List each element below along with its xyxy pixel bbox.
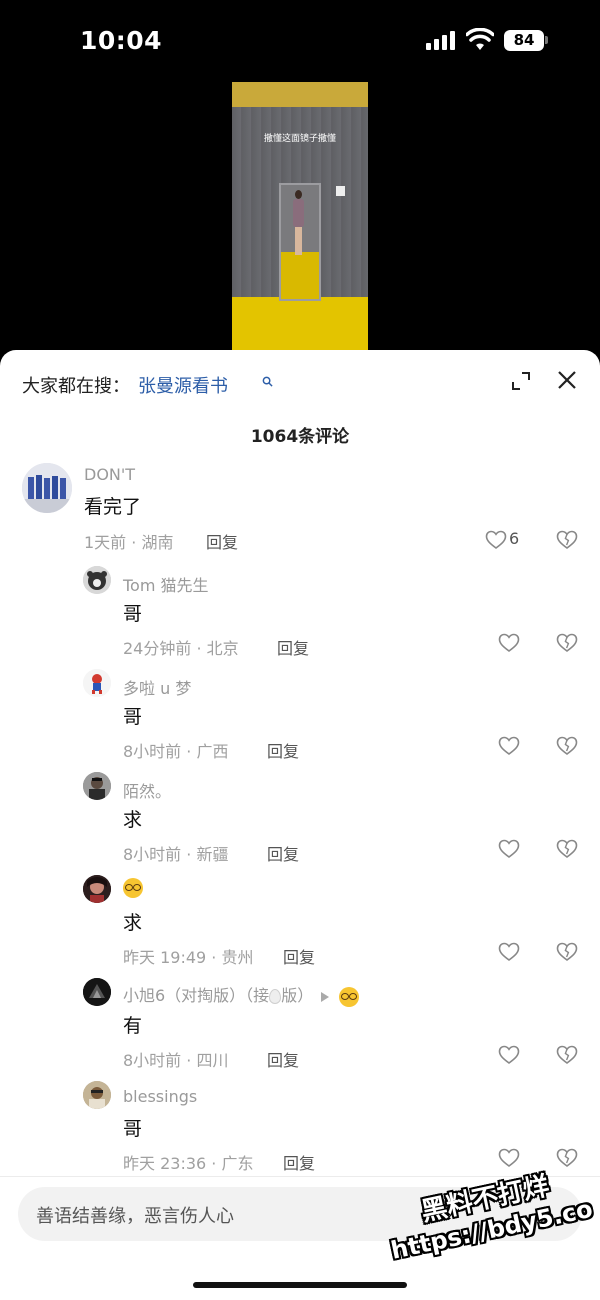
dislike-icon[interactable] bbox=[556, 942, 578, 962]
reply-item: Tom 猫先生 哥 24分钟前 · 北京 回复 bbox=[0, 566, 600, 666]
comment-username[interactable]: 小旭6（对掏版）（接 版） bbox=[123, 982, 360, 1007]
comment-meta: 8小时前 · 广西 bbox=[123, 742, 229, 761]
search-icon[interactable] bbox=[262, 376, 273, 387]
comment-text: 求 bbox=[123, 809, 143, 831]
video-player[interactable]: 撒懂这面镜子撒懂 bbox=[0, 82, 600, 357]
trending-search-label: 大家都在搜： bbox=[22, 376, 130, 397]
comment-text: 哥 bbox=[123, 603, 143, 625]
comment-text: 有 bbox=[123, 1015, 143, 1037]
nerd-face-emoji-icon bbox=[123, 877, 143, 898]
comment-username[interactable] bbox=[123, 877, 143, 898]
comment-username[interactable]: Tom 猫先生 bbox=[123, 572, 209, 596]
comment-username-text-suffix: 版） bbox=[281, 986, 314, 1005]
reply-item: 求 昨天 19:49 · 贵州 回复 bbox=[0, 875, 600, 975]
dislike-icon[interactable] bbox=[556, 839, 578, 859]
like-icon[interactable] bbox=[498, 942, 520, 962]
reply-to-arrow-icon bbox=[321, 991, 330, 1002]
comment-username-text: 小旭6（对掏版）（接 bbox=[123, 986, 270, 1005]
home-indicator[interactable] bbox=[193, 1282, 407, 1288]
reply-button[interactable]: 回复 bbox=[277, 635, 309, 659]
avatar[interactable] bbox=[83, 772, 111, 800]
reply-button[interactable]: 回复 bbox=[267, 841, 299, 865]
comment-text: 看完了 bbox=[84, 496, 142, 518]
nerd-face-emoji-icon[interactable] bbox=[339, 986, 360, 1007]
comment-text: 求 bbox=[123, 912, 143, 934]
close-icon[interactable] bbox=[556, 369, 578, 391]
comment-input-placeholder: 善语结善缘，恶言伤人心 bbox=[36, 1206, 234, 1227]
like-icon[interactable] bbox=[498, 839, 520, 859]
comment-sheet: 大家都在搜： 张曼源看书 1064条评论 DON'T 看完了 1天前 · 湖南 bbox=[0, 350, 600, 1300]
comment-count: 1064条评论 bbox=[250, 427, 350, 447]
reply-button[interactable]: 回复 bbox=[267, 738, 299, 762]
like-count: 6 bbox=[509, 529, 520, 548]
comment-meta: 8小时前 · 新疆 bbox=[123, 845, 229, 864]
wifi-icon bbox=[466, 28, 494, 50]
person-figure bbox=[291, 190, 305, 256]
comment-username[interactable]: 陌然。 bbox=[123, 778, 171, 802]
avatar[interactable] bbox=[83, 566, 111, 594]
comment-item: DON'T 看完了 1天前 · 湖南 回复 6 bbox=[0, 463, 600, 563]
status-time: 10:04 bbox=[80, 26, 163, 55]
like-icon[interactable] bbox=[485, 530, 507, 550]
reply-button[interactable]: 回复 bbox=[283, 944, 315, 968]
like-icon[interactable] bbox=[498, 1045, 520, 1065]
comment-meta: 昨天 19:49 · 贵州 bbox=[123, 948, 254, 967]
egg-icon bbox=[269, 989, 282, 1004]
video-caption: 撒懂这面镜子撒懂 bbox=[263, 134, 336, 144]
reply-item: 小旭6（对掏版）（接 版） 有 8小时前 · 四川 回复 bbox=[0, 978, 600, 1078]
battery-tip bbox=[545, 36, 548, 44]
avatar[interactable] bbox=[22, 463, 72, 513]
dislike-icon[interactable] bbox=[556, 633, 578, 653]
avatar[interactable] bbox=[83, 1081, 111, 1109]
comment-text: 哥 bbox=[123, 706, 143, 728]
comment-text: 哥 bbox=[123, 1118, 143, 1140]
like-icon[interactable] bbox=[498, 633, 520, 653]
reply-item: 陌然。 求 8小时前 · 新疆 回复 bbox=[0, 772, 600, 872]
dislike-icon[interactable] bbox=[556, 736, 578, 756]
cellular-signal-icon bbox=[426, 30, 458, 50]
battery-indicator: 84 bbox=[504, 30, 544, 51]
comment-meta: 昨天 23:36 · 广东 bbox=[123, 1154, 254, 1173]
comment-meta: 1天前 · 湖南 bbox=[84, 533, 174, 552]
like-icon[interactable] bbox=[498, 736, 520, 756]
avatar[interactable] bbox=[83, 669, 111, 697]
expand-icon[interactable] bbox=[510, 370, 532, 392]
dislike-icon[interactable] bbox=[556, 530, 578, 550]
comment-username[interactable]: 多啦 u 梦 bbox=[123, 675, 191, 699]
reply-item: blessings 哥 昨天 23:36 · 广东 回复 bbox=[0, 1081, 600, 1176]
reply-button[interactable]: 回复 bbox=[267, 1047, 299, 1071]
trending-search: 大家都在搜： 张曼源看书 bbox=[22, 372, 228, 402]
avatar[interactable] bbox=[83, 875, 111, 903]
reply-button[interactable]: 回复 bbox=[206, 529, 238, 553]
reply-button[interactable]: 回复 bbox=[283, 1150, 315, 1174]
avatar[interactable] bbox=[83, 978, 111, 1006]
dislike-icon[interactable] bbox=[556, 1045, 578, 1065]
trending-search-term[interactable]: 张曼源看书 bbox=[138, 376, 228, 397]
comment-username[interactable]: blessings bbox=[123, 1087, 197, 1106]
reply-item: 多啦 u 梦 哥 8小时前 · 广西 回复 bbox=[0, 669, 600, 769]
status-bar: 10:04 84 bbox=[0, 0, 600, 82]
video-frame: 撒懂这面镜子撒懂 bbox=[232, 82, 368, 357]
comment-meta: 8小时前 · 四川 bbox=[123, 1051, 229, 1070]
comment-meta: 24分钟前 · 北京 bbox=[123, 639, 239, 658]
comment-username[interactable]: DON'T bbox=[84, 465, 135, 484]
